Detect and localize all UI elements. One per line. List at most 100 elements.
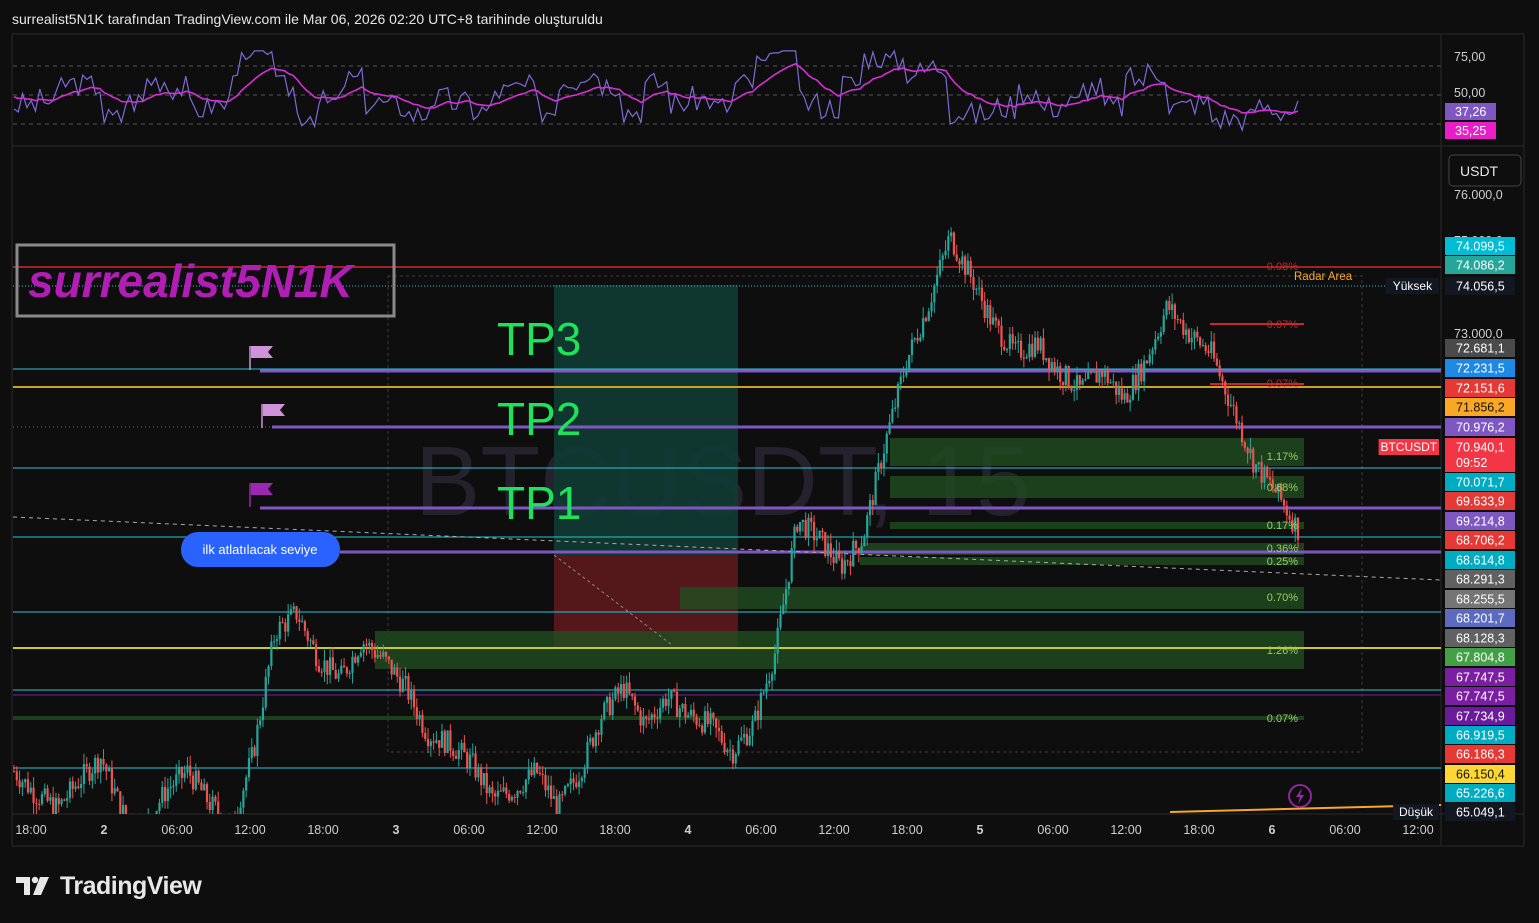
fib-label: 1.17% [1267, 451, 1298, 463]
price-badge-text: 72.151,6 [1456, 382, 1505, 396]
tp1-label: TP1 [497, 477, 581, 529]
price-badge-text: 68.128,3 [1456, 632, 1505, 646]
candle [197, 768, 200, 785]
price-badge-text: 68.255,5 [1456, 593, 1505, 607]
countdown-text: 09:52 [1456, 456, 1487, 470]
price-badge-text: 74.056,5 [1456, 280, 1505, 294]
candle [603, 700, 606, 721]
time-tick: 18:00 [307, 823, 338, 837]
currency-button[interactable]: USDT [1448, 154, 1522, 187]
rsi-level-75: 75,00 [1454, 50, 1485, 64]
fib-label: 0.07% [1267, 378, 1298, 390]
price-badge-text: 68.291,3 [1456, 573, 1505, 587]
time-tick: 12:00 [1402, 823, 1433, 837]
price-badge-label: Yüksek [1393, 279, 1433, 293]
price-badge-text: 72.681,1 [1456, 342, 1505, 356]
price-badge-text: 68.706,2 [1456, 534, 1505, 548]
signature-text: surrealist5N1K [28, 255, 355, 307]
time-tick: 4 [685, 823, 692, 837]
time-tick: 2 [101, 823, 108, 837]
time-tick: 06:00 [745, 823, 776, 837]
price-badge-text: 72.231,5 [1456, 362, 1505, 376]
candle [614, 685, 617, 702]
time-tick: 12:00 [234, 823, 265, 837]
fib-label: 0.36% [1267, 543, 1298, 555]
fib-zone-5 [860, 557, 1304, 565]
time-tick: 06:00 [1329, 823, 1360, 837]
price-badge-text: 69.214,8 [1456, 515, 1505, 529]
tp2-label: TP2 [497, 393, 581, 445]
candle [824, 531, 827, 558]
tp3-label: TP3 [497, 313, 581, 365]
candle [818, 530, 821, 539]
price-badge-text: 70.071,7 [1456, 476, 1505, 490]
tradingview-brand[interactable]: TradingView [16, 870, 202, 902]
fib-label: 0.07% [1267, 319, 1298, 331]
fib-label: 1.26% [1267, 645, 1298, 657]
time-tick: 18:00 [891, 823, 922, 837]
price-badge-label: BTCUSDT [1380, 440, 1437, 454]
candle [558, 791, 561, 814]
price-badge-text: 70.940,1 [1456, 441, 1505, 455]
long-position-profit-zone [554, 285, 738, 555]
time-tick: 06:00 [1037, 823, 1068, 837]
tradingview-logo-icon [16, 876, 49, 895]
time-tick: 12:00 [526, 823, 557, 837]
time-tick: 12:00 [818, 823, 849, 837]
fib-zone-2 [890, 476, 1304, 498]
first-hurdle-callout-text: ilk atlatılacak seviye [203, 542, 318, 557]
price-badge-text: 67.747,5 [1456, 690, 1505, 704]
price-badge-text: 67.734,9 [1456, 710, 1505, 724]
fib-label: 0.25% [1267, 556, 1298, 568]
candle [407, 672, 410, 705]
tradingview-wordmark: TradingView [60, 871, 202, 900]
rsi-level-50: 50,00 [1454, 86, 1485, 100]
candle [952, 231, 956, 257]
time-tick: 5 [977, 823, 984, 837]
chart-canvas[interactable]: 75,00 50,00 37,26 35,25 USDT BTCUSDT, 15 [0, 0, 1539, 923]
price-badge-text: 68.614,8 [1456, 554, 1505, 568]
candle [443, 729, 446, 757]
price-badge-text: 66.150,4 [1456, 768, 1505, 782]
candle [1187, 327, 1191, 344]
fib-labels: 0.08%0.07%0.07%1.17%0.68%0.17%0.36%0.25%… [1267, 261, 1298, 725]
time-tick: 06:00 [161, 823, 192, 837]
price-tick-73000: 73.000,0 [1454, 327, 1503, 341]
price-badge-text: 74.086,2 [1456, 259, 1505, 273]
price-badge-text: 65.226,6 [1456, 787, 1505, 801]
time-tick: 18:00 [15, 823, 46, 837]
fib-label: 0.70% [1267, 592, 1298, 604]
price-tick-76000: 76.000,0 [1454, 188, 1503, 202]
price-badge-text: 68.201,7 [1456, 612, 1505, 626]
fib-zone-8 [13, 716, 1304, 720]
price-badge-text: 69.633,9 [1456, 495, 1505, 509]
candle [874, 466, 877, 506]
fib-label: 0.17% [1267, 520, 1298, 532]
candle [536, 762, 539, 775]
price-badge-text: 67.747,5 [1456, 671, 1505, 685]
candle [1266, 465, 1269, 479]
fib-label: 0.07% [1267, 713, 1298, 725]
currency-label: USDT [1460, 163, 1499, 179]
price-badge-text: 66.919,5 [1456, 729, 1505, 743]
price-badge-label: Düşük [1399, 805, 1434, 819]
rsi-value-text: 37,26 [1455, 105, 1486, 119]
candle [908, 354, 911, 373]
fib-zone-7 [375, 631, 1304, 669]
time-tick: 12:00 [1110, 823, 1141, 837]
rsi-ma-text: 35,25 [1455, 124, 1486, 138]
price-badge-text: 65.049,1 [1456, 806, 1505, 820]
candle [446, 730, 449, 754]
time-tick: 06:00 [453, 823, 484, 837]
price-badge-text: 67.804,8 [1456, 651, 1505, 665]
price-badge-text: 71.856,2 [1456, 401, 1505, 415]
time-tick: 18:00 [599, 823, 630, 837]
price-badge-text: 66.186,3 [1456, 748, 1505, 762]
fib-zone-6 [680, 587, 1304, 609]
first-hurdle-callout[interactable]: ilk atlatılacak seviye [181, 532, 340, 567]
candle [1067, 365, 1070, 390]
time-tick: 3 [393, 823, 400, 837]
price-badge-text: 74.099,5 [1456, 240, 1505, 254]
fib-label: 0.68% [1267, 482, 1298, 494]
time-tick: 6 [1269, 823, 1276, 837]
